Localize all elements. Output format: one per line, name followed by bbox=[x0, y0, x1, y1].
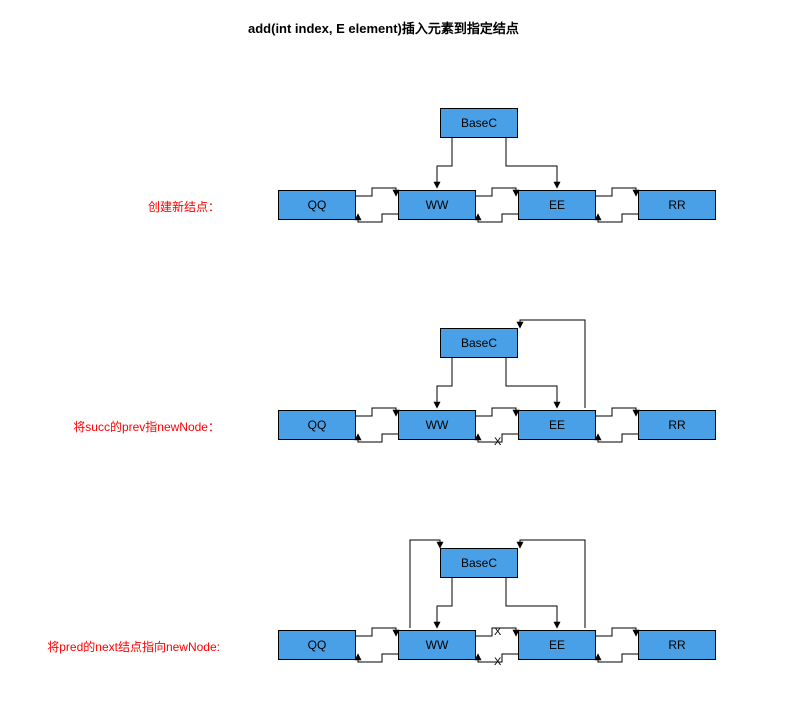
arrow-ee-rr-fwd bbox=[596, 188, 636, 196]
arrow3-ww-to-base bbox=[410, 540, 440, 628]
step2-arrows bbox=[0, 220, 800, 470]
step3-arrows bbox=[0, 440, 800, 690]
arrow2-ee-rr-fwd bbox=[596, 408, 636, 416]
arrow3-qq-ww-fwd bbox=[356, 628, 396, 636]
arrow3-rr-ee-back bbox=[598, 654, 638, 662]
arrow2-base-to-ww bbox=[437, 358, 452, 408]
arrow2-ww-ee-fwd bbox=[476, 408, 516, 416]
arrow-qq-ww-fwd bbox=[356, 188, 396, 196]
arrow2-base-to-ee bbox=[506, 358, 557, 408]
arrow3-base-to-ww bbox=[437, 578, 452, 628]
step3-x-mark-bottom: X bbox=[494, 656, 501, 668]
arrow3-ee-rr-fwd bbox=[596, 628, 636, 636]
arrow-base-to-ee bbox=[506, 138, 557, 188]
arrow3-base-to-ee bbox=[506, 578, 557, 628]
arrow-ww-ee-fwd bbox=[476, 188, 516, 196]
arrow-base-to-ww bbox=[437, 138, 452, 188]
diagram-stage: add(int index, E element)插入元素到指定结点 创建新结点… bbox=[0, 0, 800, 711]
arrow3-ww-qq-back bbox=[358, 654, 398, 662]
step1-arrows bbox=[0, 0, 800, 250]
arrow3-ee-to-base bbox=[520, 540, 585, 628]
step3-x-mark-top: X bbox=[494, 626, 501, 638]
arrow2-ee-to-base bbox=[520, 320, 585, 408]
arrow2-qq-ww-fwd bbox=[356, 408, 396, 416]
